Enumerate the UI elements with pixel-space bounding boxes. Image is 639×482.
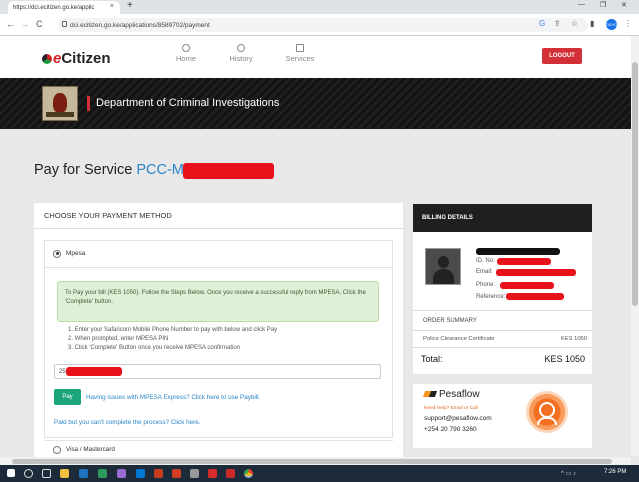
pesaflow-mark-icon: [422, 391, 438, 397]
restore-icon[interactable]: ❐: [600, 1, 606, 9]
step-item: 2. When prompted, enter MPESA PIN: [68, 336, 169, 342]
service-reference: PCC-M: [136, 162, 184, 178]
support-email[interactable]: support@pesaflow.com: [424, 415, 492, 422]
banner-accent-bar: [87, 96, 90, 111]
google-icon[interactable]: G: [539, 19, 545, 28]
tab-title: https://dci.ecitizen.go.ke/applic: [13, 4, 95, 11]
divider: [413, 310, 592, 311]
vertical-scroll-thumb[interactable]: [632, 62, 638, 306]
nav-home[interactable]: Home: [166, 44, 206, 63]
mpesa-label: Mpesa: [66, 250, 86, 257]
total-amount: KES 1050: [544, 354, 585, 364]
billing-details-heading: BILLING DETAILS: [413, 204, 592, 232]
windows-taskbar: [0, 465, 639, 482]
history-icon: [237, 44, 245, 52]
profile-avatar[interactable]: ODYO: [606, 19, 617, 30]
reload-icon[interactable]: C: [36, 19, 43, 29]
app-icon[interactable]: [226, 469, 235, 478]
mpesa-option[interactable]: Mpesa: [44, 240, 393, 268]
start-icon[interactable]: [7, 469, 15, 477]
edge-icon[interactable]: [136, 469, 145, 478]
item-name: Police Clearance Certificate: [423, 336, 495, 342]
mpesa-steps: 1. Enter your Safaricom Mobile Phone Num…: [68, 326, 277, 353]
page-title: Pay for Service PCC-M: [34, 162, 184, 178]
logout-button[interactable]: LOGOUT: [542, 48, 582, 64]
chrome-icon[interactable]: [244, 469, 253, 478]
task-view-icon[interactable]: [42, 469, 51, 478]
pesaflow-logo: Pesaflow: [422, 389, 480, 400]
redaction-mark: [500, 282, 554, 289]
order-line-item: Police Clearance Certificate KES 1050: [423, 336, 587, 342]
powerpoint-icon[interactable]: [154, 469, 163, 478]
taskbar-clock: 7:26 PM: [604, 469, 627, 475]
payment-method-heading: CHOOSE YOUR PAYMENT METHOD: [34, 203, 403, 229]
billing-phone: Phone:: [476, 282, 496, 288]
bookmark-star-icon[interactable]: ☆: [571, 19, 578, 28]
url-bar[interactable]: dci.ecitizen.go.ke/applications/8589702/…: [58, 18, 588, 32]
app-icon[interactable]: [117, 469, 126, 478]
nav-history[interactable]: History: [221, 44, 261, 63]
tab-close-icon[interactable]: ×: [110, 3, 114, 10]
logo-swirl-icon: [42, 54, 52, 64]
pdf-reader-icon[interactable]: [208, 469, 217, 478]
step-item: 1. Enter your Safaricom Mobile Phone Num…: [68, 327, 278, 333]
url-text: dci.ecitizen.go.ke/applications/8589702/…: [70, 21, 210, 29]
file-explorer-icon[interactable]: [60, 469, 69, 478]
browser-tab[interactable]: https://dci.ecitizen.go.ke/applic ×: [8, 1, 120, 14]
step-item: 3. Click 'Complete' Button once you rece…: [68, 345, 241, 351]
new-tab-button[interactable]: +: [127, 0, 133, 11]
paid-help-link[interactable]: Paid but you can't complete the process?…: [54, 419, 200, 426]
coat-of-arms-logo: [42, 86, 78, 121]
minimize-icon[interactable]: —: [578, 1, 585, 8]
mpesa-radio[interactable]: [53, 249, 61, 258]
redaction-mark: [496, 269, 576, 276]
divider: [413, 330, 592, 331]
pdf-icon[interactable]: [172, 469, 181, 478]
app-icon[interactable]: [190, 469, 199, 478]
order-total: Total: KES 1050: [421, 354, 585, 364]
visa-label: Visa / Mastercard: [66, 446, 115, 453]
home-icon: [182, 44, 190, 52]
back-icon[interactable]: ←: [6, 19, 15, 29]
visa-mastercard-option[interactable]: Visa / Mastercard: [44, 440, 393, 458]
forward-icon[interactable]: →: [20, 19, 29, 29]
item-amount: KES 1050: [560, 336, 587, 342]
pay-button[interactable]: Pay: [54, 389, 81, 405]
redaction-mark: [476, 248, 560, 255]
side-panel-icon[interactable]: ▮: [590, 19, 594, 28]
department-title: Department of Criminal Investigations: [96, 97, 280, 109]
browser-menu-icon[interactable]: ⋮: [624, 19, 632, 28]
redaction-mark: [506, 293, 564, 300]
services-icon: [296, 44, 304, 52]
total-label: Total:: [421, 354, 443, 364]
billing-id: ID. No:: [476, 258, 495, 264]
support-help-text: Need Help? Email or Call: [424, 406, 478, 411]
order-summary-heading: ORDER SUMMARY: [423, 318, 477, 324]
visa-radio[interactable]: [53, 445, 61, 454]
billing-reference: Reference:: [476, 294, 506, 300]
divider: [413, 347, 592, 348]
share-icon[interactable]: ⇪: [554, 19, 561, 28]
nav-services[interactable]: Services: [280, 44, 320, 63]
ecitizen-logo[interactable]: eCitizen: [42, 50, 111, 67]
support-phone[interactable]: +254 20 790 3260: [424, 426, 477, 433]
word-icon[interactable]: [79, 469, 88, 478]
billing-email: Email:: [476, 269, 493, 275]
horizontal-scroll-thumb[interactable]: [12, 459, 612, 464]
mpesa-instructions: To Pay your bill (KES 1050). Follow the …: [57, 281, 379, 322]
system-tray-icons[interactable]: ^ ▭ ♪: [561, 470, 576, 477]
excel-icon[interactable]: [98, 469, 107, 478]
paybill-link[interactable]: Having issues with MPESA Express? Click …: [86, 394, 260, 401]
close-window-icon[interactable]: ✕: [621, 1, 627, 9]
department-banner: [0, 78, 631, 129]
redaction-mark: [66, 367, 122, 376]
user-avatar: [425, 248, 461, 285]
redaction-mark: [497, 258, 551, 265]
lock-icon: [62, 21, 67, 27]
search-icon[interactable]: [24, 469, 33, 478]
support-agent-icon: [526, 391, 568, 433]
redaction-mark: [183, 163, 274, 179]
